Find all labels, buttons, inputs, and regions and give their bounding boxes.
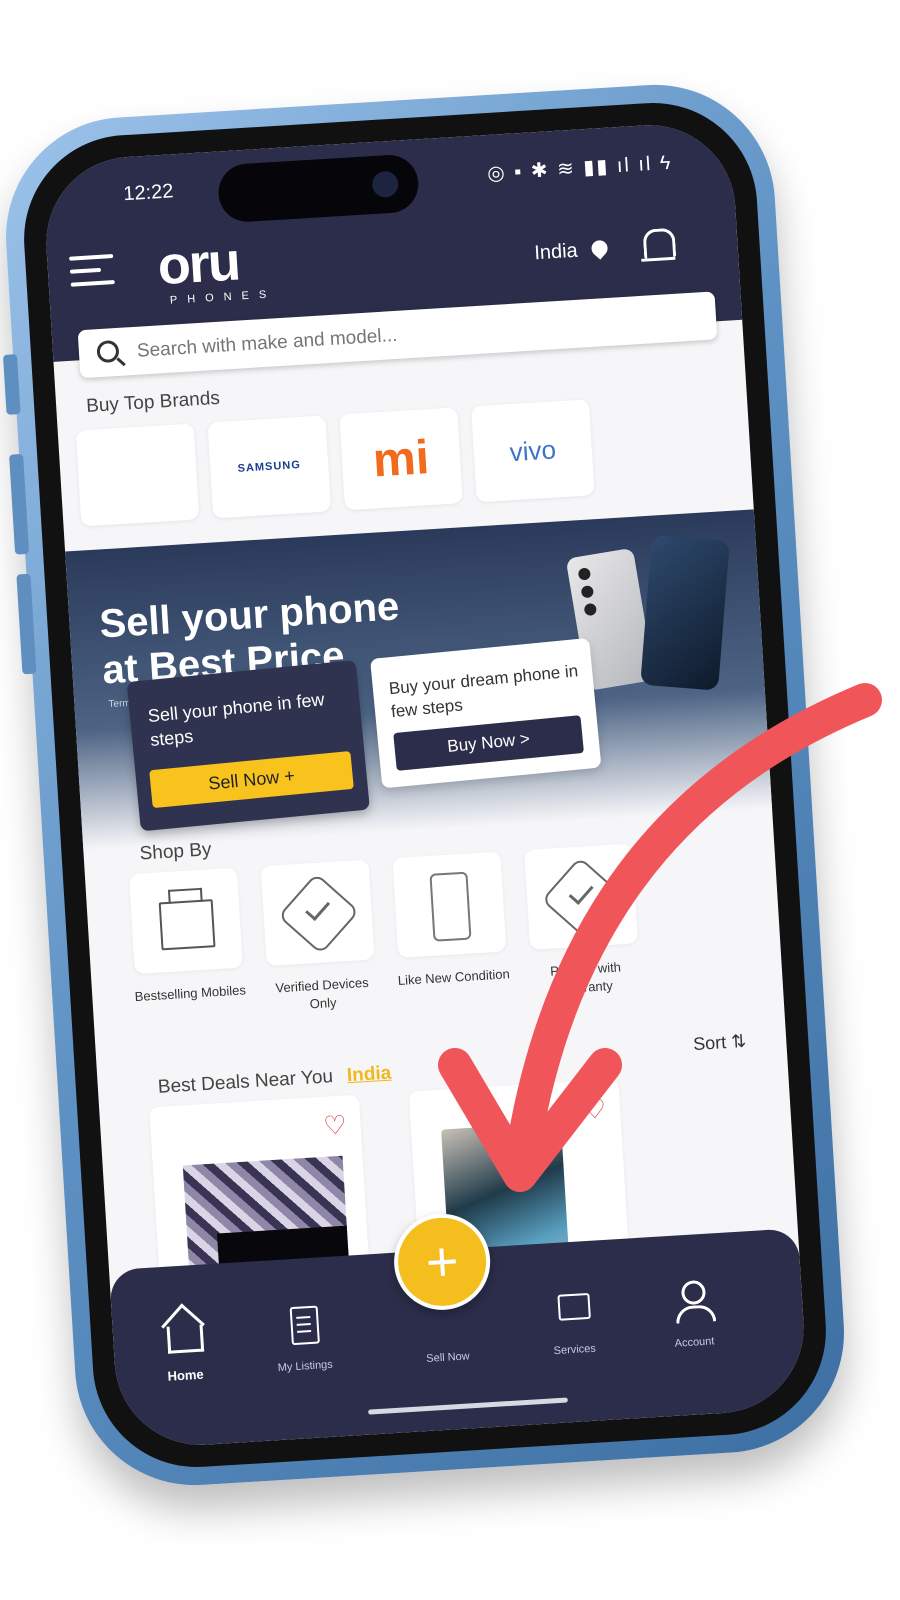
brand-apple[interactable] (75, 423, 200, 527)
shop-like-new[interactable]: Like New Condition (388, 851, 512, 990)
sell-card: Sell your phone in few steps Sell Now + (126, 660, 370, 832)
location-selector[interactable]: India (533, 237, 611, 265)
search-icon (96, 339, 120, 364)
phone-mockup: 12:22 ◎ ▪ ✱ ≋ ▮▮ ıl ıl ϟ oru PHONES Indi… (0, 77, 852, 1493)
app-screen: 12:22 ◎ ▪ ✱ ≋ ▮▮ ıl ıl ϟ oru PHONES Indi… (41, 120, 809, 1450)
sort-button[interactable]: Sort ⇅ (693, 1031, 747, 1055)
nav-label: Account (674, 1335, 715, 1350)
app-logo[interactable]: oru (156, 230, 241, 297)
nav-home[interactable]: Home (132, 1309, 236, 1386)
brands-title: Buy Top Brands (85, 387, 221, 417)
deals-title-text: Best Deals Near You (157, 1066, 334, 1098)
hamburger-menu-icon[interactable] (69, 254, 115, 296)
status-time: 12:22 (122, 180, 175, 206)
verified-badge-icon (277, 872, 360, 955)
brand-samsung[interactable]: SAMSUNG (207, 415, 332, 519)
buy-now-button[interactable]: Buy Now > (393, 715, 584, 771)
phone-icon (429, 871, 472, 942)
buy-card-text: Buy your dream phone in few steps (388, 661, 579, 722)
nav-label: Home (167, 1366, 205, 1384)
shop-by-title: Shop By (139, 839, 213, 865)
banner-phones-image (565, 534, 741, 694)
notification-bell-icon[interactable] (642, 227, 677, 259)
mi-logo: mi (371, 430, 431, 488)
buy-card: Buy your dream phone in few steps Buy No… (370, 637, 602, 789)
home-icon (166, 1324, 205, 1354)
iphone-image (640, 534, 730, 691)
sell-now-button[interactable]: Sell Now + (149, 750, 354, 809)
listings-icon (289, 1305, 320, 1346)
shop-item-label: Phones with Warranty (549, 959, 622, 997)
account-icon (680, 1279, 707, 1306)
nav-services[interactable]: Services (521, 1285, 625, 1359)
location-pin-icon (588, 237, 611, 260)
camera-icon (371, 170, 400, 199)
shop-item-label: Bestselling Mobiles (134, 982, 247, 1005)
nav-label: Sell Now (425, 1350, 471, 1365)
deals-location[interactable]: India (346, 1063, 392, 1087)
brand-mi[interactable]: mi (339, 407, 463, 511)
location-label: India (533, 239, 579, 265)
services-icon (557, 1292, 591, 1321)
brand-vivo[interactable]: vivo (470, 399, 595, 503)
sell-card-text: Sell your phone in few steps (147, 689, 326, 751)
store-icon (158, 899, 216, 951)
shop-verified[interactable]: Verified Devices Only (257, 859, 382, 1016)
status-icons: ◎ ▪ ✱ ≋ ▮▮ ıl ıl ϟ (486, 151, 674, 186)
home-indicator (368, 1397, 568, 1415)
warranty-badge-icon (541, 856, 624, 939)
deals-title: Best Deals Near You India (157, 1063, 392, 1099)
dynamic-island (216, 153, 420, 224)
heart-icon[interactable]: ♡ (322, 1109, 347, 1141)
nav-label: Services (553, 1342, 597, 1358)
heart-icon[interactable]: ♡ (582, 1094, 607, 1126)
samsung-logo: SAMSUNG (237, 458, 302, 475)
shop-item-label: Verified Devices Only (275, 974, 370, 1012)
shop-bestselling[interactable]: Bestselling Mobiles (125, 867, 249, 1006)
nav-label: My Listings (277, 1358, 334, 1375)
vivo-logo: vivo (508, 433, 557, 467)
nav-my-listings[interactable]: My Listings (252, 1301, 356, 1375)
shop-warranty[interactable]: Phones with Warranty (520, 843, 645, 1000)
shop-item-label: Like New Condition (397, 966, 511, 989)
nav-account[interactable]: Account (641, 1278, 745, 1352)
shop-by-row: Bestselling Mobiles Verified Devices Onl… (125, 835, 774, 1034)
